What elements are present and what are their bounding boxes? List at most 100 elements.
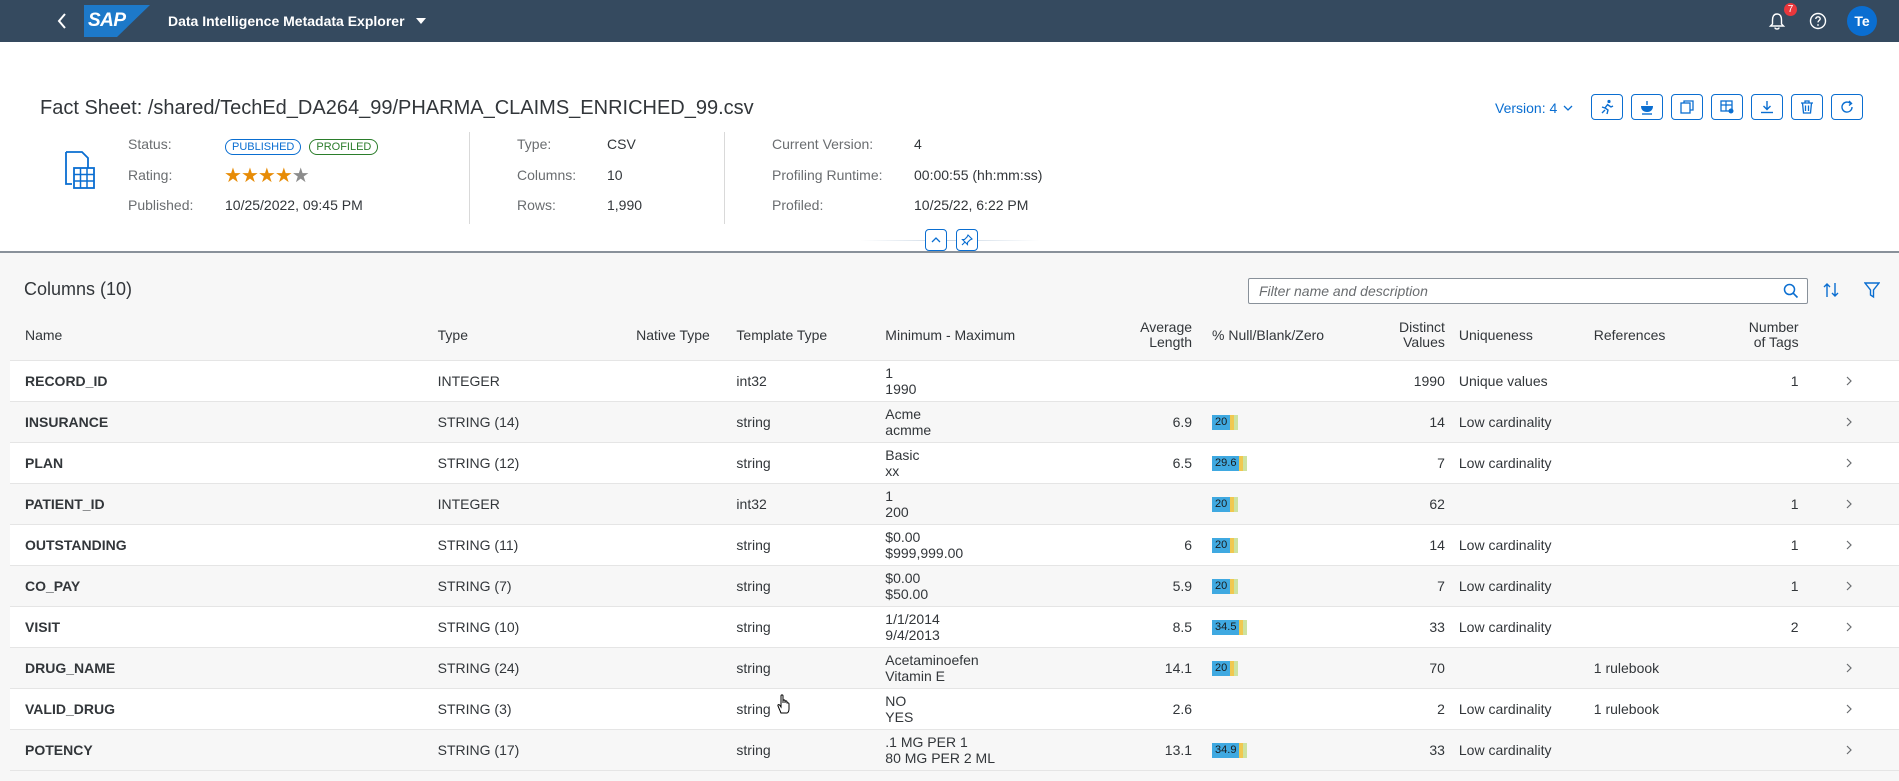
chevron-right-icon [1846,417,1852,426]
table-row[interactable]: VISIT STRING (10) string 1/1/2014 9/4/201… [10,606,1899,648]
type-value: CSV [607,136,636,152]
row-navigation[interactable] [1798,401,1899,443]
header-min-max[interactable]: Minimum - Maximum [885,311,1076,361]
cell-uniqueness: Low cardinality [1444,442,1594,484]
download-button[interactable] [1751,94,1783,120]
null-blank-zero-bar: 20 [1212,537,1239,553]
table-row[interactable]: INSURANCE STRING (14) string Acme acmme 6… [10,401,1899,443]
header-native-type[interactable]: Native Type [636,311,737,361]
rating-stars[interactable]: ★★★★★ [224,163,310,188]
run-icon [1601,99,1614,115]
row-navigation[interactable] [1798,729,1899,771]
zero-bar [1243,619,1248,635]
row-navigation[interactable] [1798,483,1899,525]
header-name[interactable]: Name [10,311,438,361]
header-distinct-values[interactable]: Distinct Values [1332,311,1445,361]
table-row[interactable]: PATIENT_ID INTEGER int32 1 200 20 62 1 [10,483,1899,525]
delete-button[interactable] [1791,94,1823,120]
cell-min-max: NO YES [885,688,1076,730]
sap-logo: SAP [84,5,150,37]
publish-button[interactable] [1631,94,1663,120]
cell-template-type: string [736,729,886,771]
null-blank-zero-bar: 20 [1212,578,1239,594]
header-number-of-tags[interactable]: Number of Tags [1704,311,1799,361]
chevron-right-icon [1846,663,1852,672]
null-bar-value: 34.9 [1212,742,1240,758]
avatar[interactable]: Te [1847,6,1877,36]
prepare-data-button[interactable] [1711,94,1743,120]
cell-distinct-values: 14 [1332,524,1445,566]
cell-uniqueness [1444,483,1594,525]
row-navigation[interactable] [1798,647,1899,689]
chevron-right-icon [1846,540,1852,549]
row-navigation[interactable] [1798,360,1899,402]
null-blank-zero-bar: 34.9 [1212,742,1248,758]
cell-min: 1/1/2014 [885,610,940,627]
version-select[interactable]: Version: 4 [1495,100,1573,116]
cell-min-max: Acetaminoefen Vitamin E [885,647,1076,689]
pin-header-button[interactable] [956,229,978,251]
search-input[interactable]: Filter name and description [1248,278,1808,304]
row-navigation[interactable] [1798,606,1899,648]
cell-number-of-tags [1704,729,1799,771]
null-blank-zero-bar: 29.6 [1212,455,1248,471]
chevron-up-icon [931,237,941,243]
table-row[interactable]: POTENCY STRING (17) string .1 MG PER 1 80… [10,729,1899,771]
collapse-divider [860,240,1040,241]
cell-template-type: string [736,524,886,566]
mouse-cursor [776,693,792,720]
null-blank-zero-bar: 20 [1212,660,1239,676]
header-references[interactable]: References [1593,311,1705,361]
header-null-blank-zero[interactable]: % Null/Blank/Zero [1202,311,1333,361]
table-settings-icon [1720,100,1734,114]
run-profiling-button[interactable] [1591,94,1623,120]
app-title-menu[interactable]: Data Intelligence Metadata Explorer [168,13,427,29]
columns-label: Columns: [517,167,577,183]
notifications-button[interactable]: 7 [1765,3,1797,33]
cell-template-type: int32 [736,360,886,402]
bell-icon [1768,13,1786,30]
table-row[interactable]: VALID_DRUG STRING (3) string NO YES 2.6 2… [10,688,1899,730]
cell-references [1593,565,1705,607]
cell-name: RECORD_ID [10,360,438,402]
sort-button[interactable] [1822,281,1840,304]
table-row[interactable]: PLAN STRING (12) string Basic xx 6.5 29.6… [10,442,1899,484]
rating-star-icon[interactable]: ★ [292,165,310,187]
filter-button[interactable] [1863,281,1881,304]
help-button[interactable] [1809,12,1827,30]
header-uniqueness[interactable]: Uniqueness [1444,311,1594,361]
cell-type: STRING (17) [437,729,637,771]
cell-distinct-values: 33 [1332,606,1445,648]
null-blank-zero-bar: 34.5 [1212,619,1248,635]
cell-native-type [636,401,737,443]
copy-button[interactable] [1671,94,1703,120]
cell-references [1593,606,1705,648]
table-row[interactable]: RECORD_ID INTEGER int32 1 1990 1990 Uniqu… [10,360,1899,402]
header-avg-length[interactable]: Average Length [1075,311,1203,361]
row-navigation[interactable] [1798,442,1899,484]
cell-avg-length: 6 [1075,524,1203,566]
rating-star-icon[interactable]: ★ [258,165,276,187]
table-row[interactable]: CO_PAY STRING (7) string $0.00 $50.00 5.9… [10,565,1899,607]
search-icon[interactable] [1783,283,1799,299]
table-row[interactable]: DRUG_NAME STRING (24) string Acetaminoef… [10,647,1899,689]
cell-type: INTEGER [437,360,637,402]
rating-star-icon[interactable]: ★ [241,165,259,187]
table-row[interactable]: OUTSTANDING STRING (11) string $0.00 $999… [10,524,1899,566]
refresh-button[interactable] [1831,94,1863,120]
cell-uniqueness: Low cardinality [1444,606,1594,648]
header-template-type[interactable]: Template Type [736,311,886,361]
header-type[interactable]: Type [437,311,637,361]
row-navigation[interactable] [1798,688,1899,730]
back-button[interactable] [42,13,82,29]
collapse-header-button[interactable] [925,229,947,251]
filter-icon [1863,282,1881,299]
cell-native-type [636,360,737,402]
cell-number-of-tags: 1 [1704,565,1799,607]
cell-max: $50.00 [885,585,929,602]
published-label: Published: [128,197,194,213]
row-navigation[interactable] [1798,524,1899,566]
row-navigation[interactable] [1798,565,1899,607]
rating-star-icon[interactable]: ★ [224,165,242,187]
rating-star-icon[interactable]: ★ [275,165,293,187]
